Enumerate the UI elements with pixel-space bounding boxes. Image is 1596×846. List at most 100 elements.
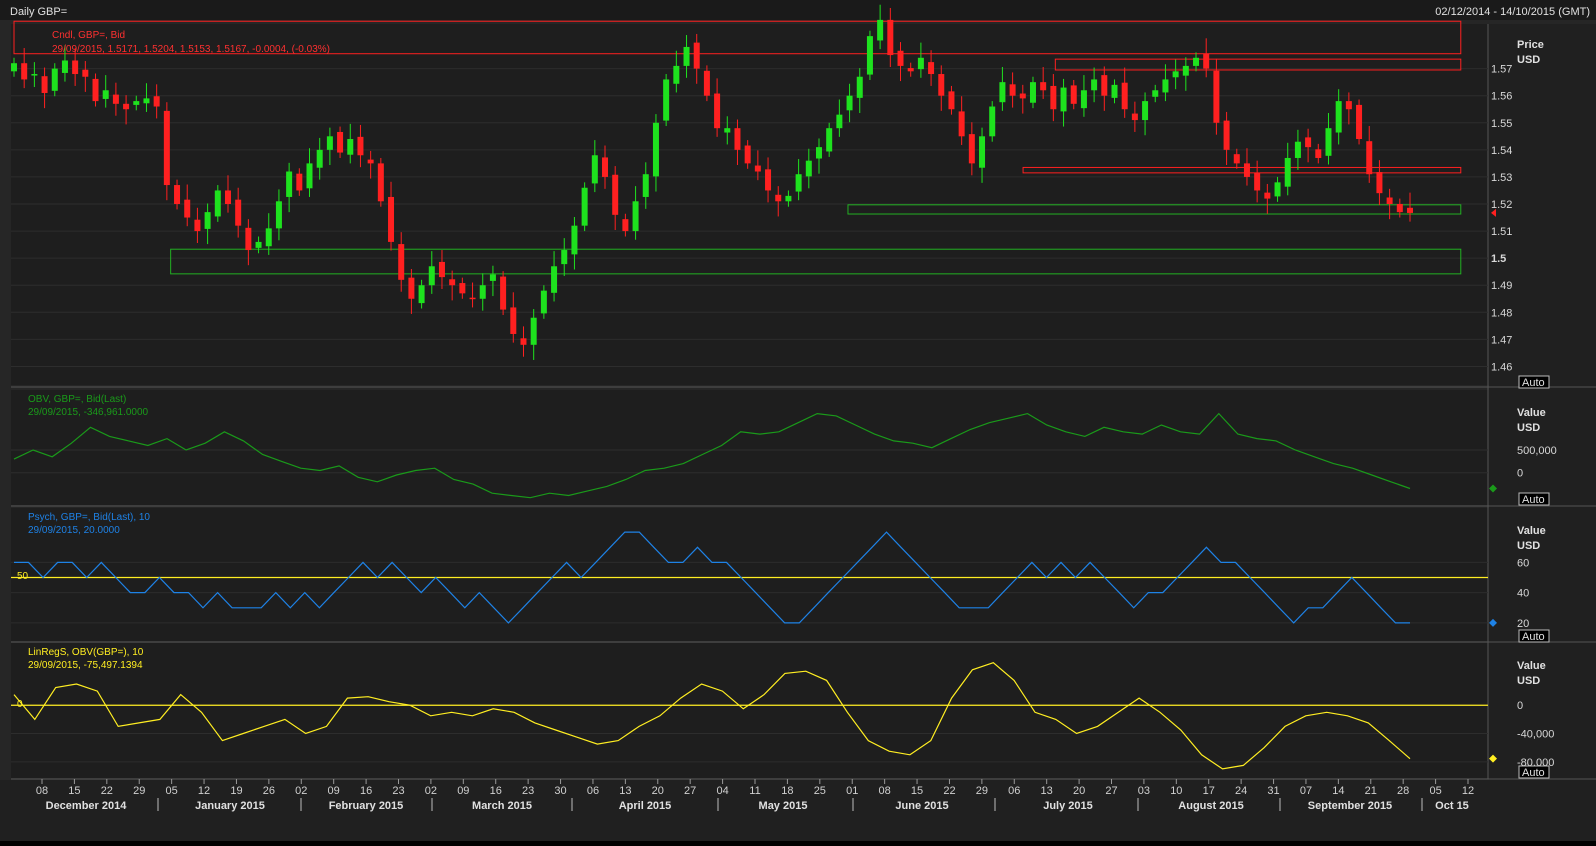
- psych-ref-label: 50: [17, 571, 29, 582]
- x-day-label: 08: [36, 785, 48, 797]
- x-day-label: 23: [392, 785, 404, 797]
- x-day-label: 02: [295, 785, 307, 797]
- candle: [581, 182, 588, 232]
- x-day-label: 16: [360, 785, 372, 797]
- psych-panel: [11, 508, 1489, 641]
- obv-auto-label: Auto: [1522, 494, 1545, 506]
- linreg-panel: [11, 643, 1489, 778]
- x-day-label: 02: [425, 785, 437, 797]
- psych-tick-label: 40: [1517, 588, 1529, 600]
- obv-panel: [11, 390, 1489, 505]
- x-day-label: 07: [1300, 785, 1312, 797]
- candle: [866, 30, 873, 80]
- obv-legend-series: OBV, GBP=, Bid(Last): [28, 394, 126, 405]
- x-day-label: 22: [943, 785, 955, 797]
- x-day-label: 15: [68, 785, 80, 797]
- x-day-label: 05: [1429, 785, 1441, 797]
- x-month-label: January 2015: [195, 800, 265, 812]
- x-day-label: 29: [133, 785, 145, 797]
- x-day-label: 29: [976, 785, 988, 797]
- price-tick-label: 1.56: [1491, 91, 1512, 103]
- x-day-label: 27: [684, 785, 696, 797]
- obv-legend-values: 29/09/2015, -346,961.0000: [28, 407, 149, 418]
- x-day-label: 17: [1203, 785, 1215, 797]
- linreg-axis-title: Value: [1517, 660, 1546, 672]
- price-tick-label: 1.52: [1491, 199, 1512, 211]
- psych-axis-title: Value: [1517, 525, 1546, 537]
- x-month-label: February 2015: [329, 800, 404, 812]
- x-day-label: 12: [1462, 785, 1474, 797]
- x-day-label: 13: [1041, 785, 1053, 797]
- obv-tick-label: 0: [1517, 468, 1523, 480]
- x-day-label: 09: [457, 785, 469, 797]
- x-day-label: 28: [1397, 785, 1409, 797]
- price-tick-label: 1.46: [1491, 361, 1512, 373]
- price-tick-label: 1.49: [1491, 280, 1512, 292]
- date-range: 02/12/2014 - 14/10/2015 (GMT): [1435, 6, 1590, 18]
- price-auto-label: Auto: [1522, 377, 1545, 389]
- psych-tick-label: 20: [1517, 618, 1529, 630]
- price-tick-label: 1.47: [1491, 334, 1512, 346]
- x-day-label: 22: [101, 785, 113, 797]
- x-day-label: 01: [846, 785, 858, 797]
- x-day-label: 09: [328, 785, 340, 797]
- x-month-label: September 2015: [1308, 800, 1392, 812]
- obv-tick-label: 500,000: [1517, 445, 1557, 457]
- price-axis-title: Price: [1517, 39, 1544, 51]
- x-day-label: 06: [587, 785, 599, 797]
- psych-tick-label: 60: [1517, 557, 1529, 569]
- linreg-axis-unit: USD: [1517, 675, 1540, 687]
- x-day-label: 11: [749, 785, 760, 797]
- x-day-label: 03: [1138, 785, 1150, 797]
- price-tick-label: 1.48: [1491, 307, 1512, 319]
- x-day-label: 04: [716, 785, 728, 797]
- x-day-label: 08: [879, 785, 891, 797]
- candle: [214, 185, 221, 222]
- price-tick-label: 1.53: [1491, 172, 1512, 184]
- price-tick-label: 1.55: [1491, 118, 1512, 130]
- linreg-legend-series: LinRegS, OBV(GBP=), 10: [28, 647, 144, 658]
- x-day-label: 23: [522, 785, 534, 797]
- candle: [500, 271, 507, 316]
- psych-legend-values: 29/09/2015, 20.0000: [28, 525, 120, 536]
- psych-legend-series: Psych, GBP=, Bid(Last), 10: [28, 512, 150, 523]
- x-month-label: June 2015: [895, 800, 948, 812]
- x-month-label: Oct 15: [1435, 800, 1469, 812]
- x-day-label: 05: [166, 785, 178, 797]
- x-day-label: 10: [1170, 785, 1182, 797]
- x-day-label: 14: [1332, 785, 1344, 797]
- linreg-auto-label: Auto: [1522, 767, 1545, 779]
- x-day-label: 20: [652, 785, 664, 797]
- x-day-label: 15: [911, 785, 923, 797]
- x-day-label: 24: [1235, 785, 1247, 797]
- x-day-label: 31: [1267, 785, 1279, 797]
- chart-title: Daily GBP=: [10, 6, 67, 18]
- x-day-label: 06: [1008, 785, 1020, 797]
- candle: [1356, 99, 1363, 145]
- linreg-tick-label: -40,000: [1517, 729, 1554, 741]
- obv-axis-title: Value: [1517, 407, 1546, 419]
- obv-axis-unit: USD: [1517, 422, 1540, 434]
- price-legend-series: Cndl, GBP=, Bid: [52, 30, 125, 41]
- x-day-label: 12: [198, 785, 210, 797]
- x-day-label: 25: [814, 785, 826, 797]
- x-day-label: 30: [554, 785, 566, 797]
- linreg-legend-values: 29/09/2015, -75,497.1394: [28, 660, 143, 671]
- price-tick-label: 1.54: [1491, 145, 1512, 157]
- x-day-label: 16: [490, 785, 502, 797]
- title-bar: [0, 0, 1596, 20]
- x-month-label: July 2015: [1043, 800, 1093, 812]
- x-month-label: August 2015: [1178, 800, 1243, 812]
- price-axis-unit: USD: [1517, 54, 1540, 66]
- x-day-label: 27: [1105, 785, 1117, 797]
- x-day-label: 19: [230, 785, 242, 797]
- linreg-ref-label: 0: [17, 699, 23, 710]
- candle: [663, 74, 670, 127]
- x-month-label: December 2014: [46, 800, 128, 812]
- linreg-tick-label: 0: [1517, 700, 1523, 712]
- price-legend-values: 29/09/2015, 1.5171, 1.5204, 1.5153, 1.51…: [52, 44, 330, 55]
- x-day-label: 13: [619, 785, 631, 797]
- candle: [377, 157, 384, 207]
- x-day-label: 18: [781, 785, 793, 797]
- x-month-label: March 2015: [472, 800, 532, 812]
